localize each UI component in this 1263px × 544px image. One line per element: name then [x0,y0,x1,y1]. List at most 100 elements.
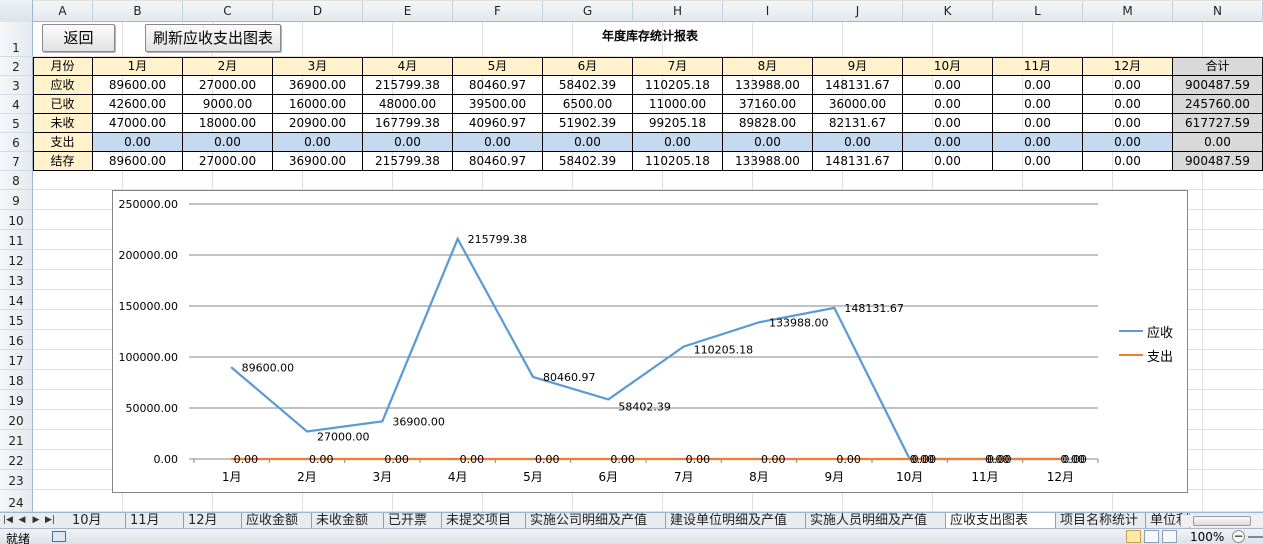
total-header[interactable]: 合计 [1173,57,1263,76]
table-cell[interactable]: 0.00 [903,152,993,171]
zoom-out-icon[interactable]: − [1232,530,1245,543]
table-cell[interactable]: 27000.00 [183,76,273,95]
month-header[interactable]: 4月 [363,57,453,76]
table-cell[interactable]: 11000.00 [633,95,723,114]
sheet-tab[interactable]: 实施公司明细及产值 [526,513,666,529]
table-cell[interactable]: 18000.00 [183,114,273,133]
column-header-n[interactable]: N [1173,0,1263,22]
table-cell[interactable]: 0.00 [1083,76,1173,95]
table-cell[interactable]: 36000.00 [813,95,903,114]
row-header-11[interactable]: 11 [0,230,33,250]
table-cell[interactable]: 0.00 [543,133,633,152]
data-point-receivable[interactable] [607,398,610,401]
table-cell[interactable]: 0.00 [903,76,993,95]
table-cell[interactable]: 133988.00 [723,76,813,95]
row-header-10[interactable]: 10 [0,210,33,230]
row-total[interactable]: 900487.59 [1173,76,1263,95]
table-cell[interactable]: 80460.97 [453,152,543,171]
column-header-l[interactable]: L [993,0,1083,22]
zoom-slider[interactable] [1248,536,1263,538]
table-cell[interactable]: 215799.38 [363,152,453,171]
table-cell[interactable]: 0.00 [993,152,1083,171]
data-point-expense[interactable] [306,458,308,460]
table-cell[interactable]: 0.00 [1083,95,1173,114]
table-cell[interactable]: 0.00 [183,133,273,152]
table-cell[interactable]: 0.00 [993,133,1083,152]
row-label[interactable]: 已收 [33,95,93,114]
month-header[interactable]: 9月 [813,57,903,76]
table-cell[interactable]: 110205.18 [633,76,723,95]
table-cell[interactable]: 58402.39 [543,152,633,171]
data-point-expense[interactable] [1059,458,1062,460]
month-header[interactable]: 11月 [993,57,1083,76]
sheet-tab[interactable]: 项目名称统计 [1056,513,1146,529]
data-point-expense[interactable] [682,458,685,460]
row-total[interactable]: 617727.59 [1173,114,1263,133]
data-point-expense[interactable] [758,458,760,460]
table-cell[interactable]: 9000.00 [183,95,273,114]
row-header-14[interactable]: 14 [0,290,33,310]
data-point-receivable[interactable] [230,366,233,369]
data-point-receivable[interactable] [381,420,384,423]
tab-prev-icon[interactable]: ◀ [16,513,28,528]
table-cell[interactable]: 48000.00 [363,95,453,114]
table-cell[interactable]: 167799.38 [363,114,453,133]
table-cell[interactable]: 58402.39 [543,76,633,95]
table-cell[interactable]: 0.00 [993,95,1083,114]
row-header-23[interactable]: 23 [0,470,33,490]
data-point-expense[interactable] [833,458,836,460]
data-point-receivable[interactable] [682,345,685,348]
table-cell[interactable]: 0.00 [993,76,1083,95]
month-header[interactable]: 12月 [1083,57,1173,76]
tab-last-icon[interactable]: ▶| [44,513,56,528]
tab-next-icon[interactable]: ▶ [30,513,42,528]
row-header-24[interactable]: 24 [0,490,33,512]
row-header-16[interactable]: 16 [0,330,33,350]
data-point-receivable[interactable] [306,430,308,433]
column-header-m[interactable]: M [1083,0,1173,22]
table-cell[interactable]: 133988.00 [723,152,813,171]
table-cell[interactable]: 89600.00 [93,152,183,171]
row-label[interactable]: 应收 [33,76,93,95]
row-total[interactable]: 245760.00 [1173,95,1263,114]
table-cell[interactable]: 47000.00 [93,114,183,133]
horizontal-scrollbar[interactable] [1180,515,1263,527]
column-header-a[interactable]: A [33,0,93,22]
row-header-2[interactable]: 2 [0,57,33,76]
data-point-receivable[interactable] [758,321,760,324]
sheet-tab[interactable]: 11月 [126,513,184,529]
data-point-expense[interactable] [456,458,459,460]
column-header-h[interactable]: H [633,0,723,22]
sheet-tab[interactable]: 12月 [184,513,242,529]
table-cell[interactable]: 42600.00 [93,95,183,114]
month-header[interactable]: 5月 [453,57,543,76]
row-label[interactable]: 支出 [33,133,93,152]
data-point-expense[interactable] [381,458,384,460]
row-label[interactable]: 未收 [33,114,93,133]
column-header-e[interactable]: E [363,0,453,22]
sheet-tab[interactable]: 已开票 [384,513,442,529]
row-header-3[interactable]: 3 [0,76,33,95]
table-cell[interactable]: 0.00 [273,133,363,152]
data-point-expense[interactable] [908,458,911,460]
row-total[interactable]: 0.00 [1173,133,1263,152]
table-cell[interactable]: 20900.00 [273,114,363,133]
data-point-receivable[interactable] [833,306,836,309]
table-cell[interactable]: 36900.00 [273,76,363,95]
refresh-chart-button[interactable]: 刷新应收支出图表 [145,24,281,52]
macro-record-icon[interactable] [52,531,66,542]
table-cell[interactable]: 27000.00 [183,152,273,171]
table-cell[interactable]: 215799.38 [363,76,453,95]
row-header-15[interactable]: 15 [0,310,33,330]
data-point-expense[interactable] [532,458,534,460]
table-cell[interactable]: 36900.00 [273,152,363,171]
table-cell[interactable]: 89828.00 [723,114,813,133]
month-header-label[interactable]: 月份 [33,57,93,76]
table-cell[interactable]: 0.00 [453,133,543,152]
month-header[interactable]: 6月 [543,57,633,76]
month-header[interactable]: 8月 [723,57,813,76]
row-header-7[interactable]: 7 [0,152,33,171]
column-header-k[interactable]: K [903,0,993,22]
horizontal-scrollbar-thumb[interactable] [1193,516,1251,526]
row-header-19[interactable]: 19 [0,390,33,410]
